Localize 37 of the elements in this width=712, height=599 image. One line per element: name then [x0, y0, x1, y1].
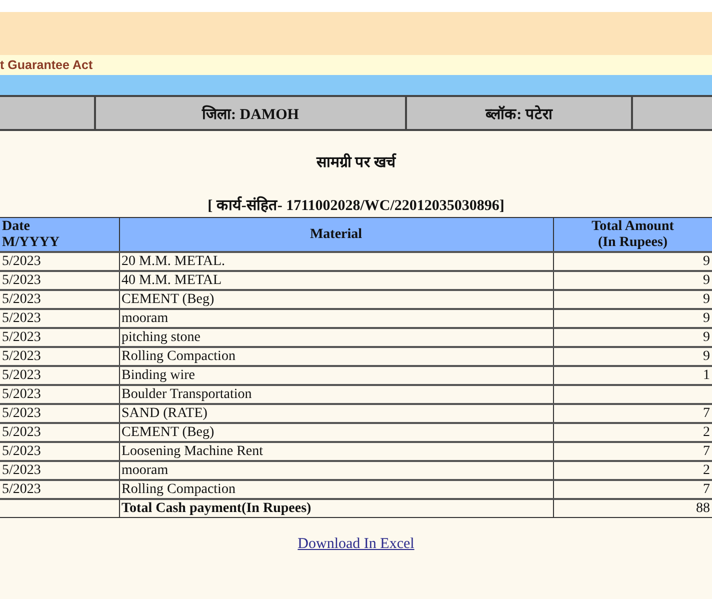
date-cell: 5/2023 — [0, 347, 119, 366]
total-label: Total Cash payment(In Rupees) — [119, 499, 553, 518]
location-cell: जिला: DAMOH — [96, 97, 407, 129]
date-cell: 5/2023 — [0, 461, 119, 480]
date-cell: 5/2023 — [0, 366, 119, 385]
column-header: Material — [119, 218, 553, 252]
total-amount: 88 — [553, 499, 712, 518]
date-cell: 5/2023 — [0, 423, 119, 442]
date-cell: 5/2023 — [0, 309, 119, 328]
material-cell: CEMENT (Beg) — [119, 290, 553, 309]
material-cell: Loosening Machine Rent — [119, 442, 553, 461]
material-cell: 20 M.M. METAL. — [119, 252, 553, 271]
download-link[interactable]: Download In Excel — [298, 536, 414, 552]
date-cell: 5/2023 — [0, 385, 119, 404]
work-code: [ कार्य-संहित- 1711002028/WC/22012035030896] — [206, 195, 506, 215]
material-cell: Rolling Compaction — [119, 347, 553, 366]
date-cell: 5/2023 — [0, 271, 119, 290]
material-cell: CEMENT (Beg) — [119, 423, 553, 442]
material-cell: Rolling Compaction — [119, 480, 553, 499]
report-title: सामग्री पर खर्च — [315, 152, 398, 172]
scheme-name: t Guarantee Act — [0, 58, 93, 72]
date-cell: 5/2023 — [0, 442, 119, 461]
material-cell: mooram — [119, 461, 553, 480]
date-cell: 5/2023 — [0, 252, 119, 271]
date-cell: 5/2023 — [0, 480, 119, 499]
material-cell: pitching stone — [119, 328, 553, 347]
material-cell: Boulder Transportation — [119, 385, 553, 404]
column-header: Total Amount (In Rupees) — [553, 218, 712, 252]
column-header: Date M/YYYY — [0, 218, 119, 252]
location-cell: ब्लॉक: पटेरा — [407, 97, 633, 129]
date-cell: 5/2023 — [0, 290, 119, 309]
material-cell: SAND (RATE) — [119, 404, 553, 423]
material-cell: mooram — [119, 309, 553, 328]
material-cell: 40 M.M. METAL — [119, 271, 553, 290]
date-cell: 5/2023 — [0, 404, 119, 423]
date-cell: 5/2023 — [0, 328, 119, 347]
material-cell: Binding wire — [119, 366, 553, 385]
